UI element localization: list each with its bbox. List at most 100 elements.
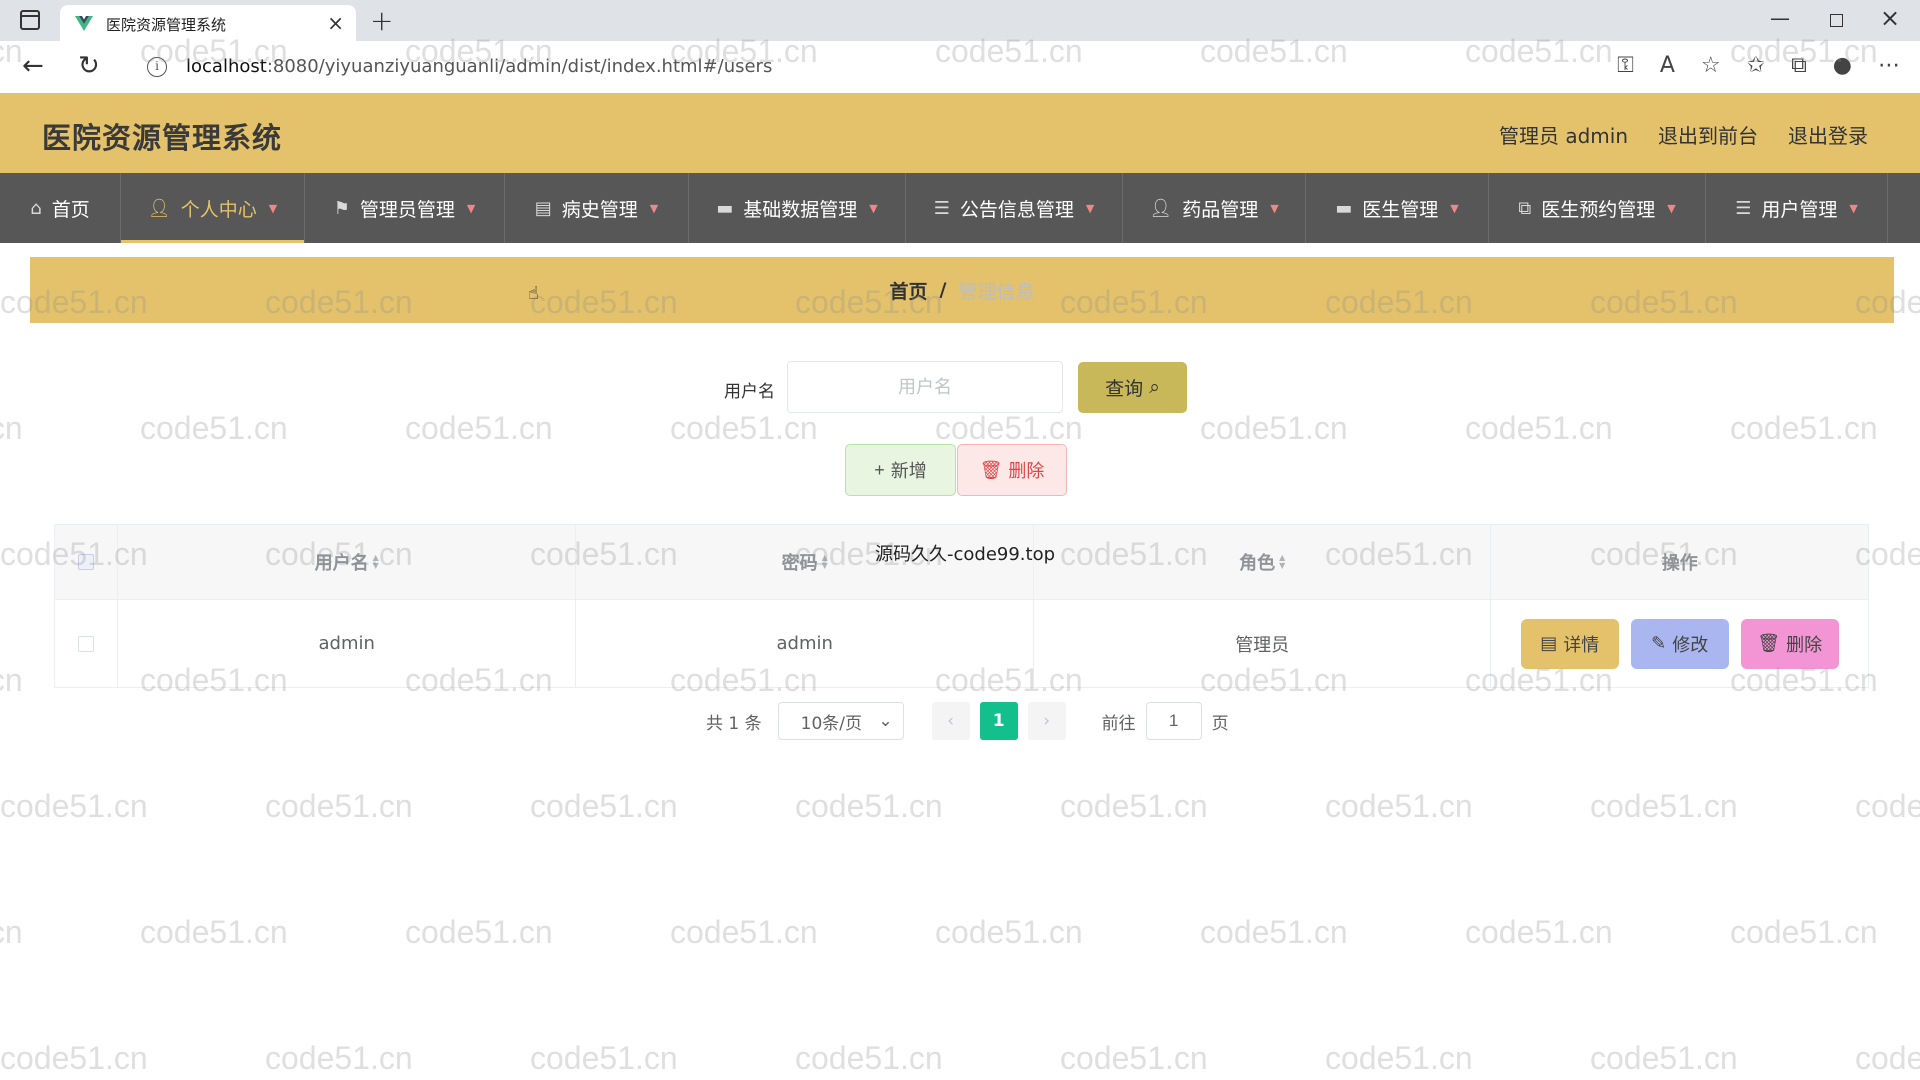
row-checkbox-cell <box>55 600 118 687</box>
cell-operations: ▤ 详情 ✎ 修改 🗑︎ 删除 <box>1491 600 1868 687</box>
sort-icon[interactable]: ▲ ▼ <box>1279 554 1285 570</box>
chevron-down-icon: ▼ <box>1849 201 1858 215</box>
watermark-text: code51.cn <box>1465 914 1613 950</box>
read-aloud-icon[interactable]: A <box>1660 53 1675 78</box>
favorites-list-icon[interactable]: ✩ <box>1747 53 1765 78</box>
query-button[interactable]: 查询 ⌕ <box>1078 362 1187 413</box>
breadcrumb: 首页 / 管理信息 <box>30 257 1894 323</box>
trash-icon: 🗑︎ <box>1757 633 1781 654</box>
column-header-operations: 操作 <box>1491 525 1868 599</box>
row-checkbox[interactable] <box>77 635 94 652</box>
chevron-right-icon: › <box>1043 711 1051 731</box>
watermark-text: code51.cn <box>1855 788 1920 824</box>
cell-role: 管理员 <box>1034 600 1492 687</box>
app-header: 医院资源管理系统 管理员 admin 退出到前台 退出登录 <box>0 93 1920 173</box>
page-size-select[interactable]: 10条/页 ⌄ <box>777 702 904 740</box>
watermark-text: code51.cn <box>0 788 148 824</box>
site-info-icon[interactable]: i <box>147 57 167 77</box>
clipboard-icon: ▤ <box>534 197 552 219</box>
batch-delete-button[interactable]: 🗑︎ 删除 <box>957 444 1067 496</box>
trash-icon: 🗑︎ <box>979 459 1003 480</box>
nav-item-basic-data[interactable]: ▬ 基础数据管理 ▼ <box>689 173 906 243</box>
watermark-text: code51.cn <box>1855 1040 1920 1076</box>
column-header-role[interactable]: 角色 ▲ ▼ <box>1034 525 1492 599</box>
key-icon[interactable]: ⚿ <box>1617 53 1634 78</box>
list-icon: ☰ <box>1735 197 1752 219</box>
row-delete-button[interactable]: 🗑︎ 删除 <box>1740 618 1839 669</box>
sort-icon[interactable]: ▲ ▼ <box>822 554 828 570</box>
chevron-down-icon: ▼ <box>268 201 278 215</box>
top-nav-menu: ⌂ 首页 👤︎ 个人中心 ▼ ⚑ 管理员管理 ▼ ▤ 病史管理 ▼ ▬ 基础数据… <box>0 173 1920 243</box>
select-all-checkbox[interactable] <box>77 554 94 570</box>
nav-item-label: 基础数据管理 <box>743 198 858 221</box>
browser-tab[interactable]: 医院资源管理系统 × <box>60 5 356 41</box>
reload-icon[interactable]: ↻ <box>78 51 100 81</box>
watermark-text: code51.cn <box>1200 914 1348 950</box>
overlay-watermark-text: 源码久久-code99.top <box>875 544 1056 565</box>
document-icon: ▤ <box>1540 633 1558 654</box>
vue-logo-icon <box>75 16 93 31</box>
watermark-text: code51.cn <box>795 788 943 824</box>
collections-icon[interactable]: ⧉ <box>1791 53 1807 78</box>
column-header-label: 密码 <box>781 553 818 574</box>
user-icon: 👤︎ <box>147 197 171 219</box>
search-username-input[interactable] <box>787 361 1063 413</box>
nav-item-label: 首页 <box>51 198 90 221</box>
url-host: localhost <box>186 56 267 77</box>
nav-item-medical-history[interactable]: ▤ 病史管理 ▼ <box>505 173 689 243</box>
cell-username: admin <box>118 600 577 687</box>
window-close-icon[interactable]: × <box>1880 4 1900 32</box>
new-tab-icon[interactable]: + <box>370 4 393 37</box>
nav-item-personal-center[interactable]: 👤︎ 个人中心 ▼ <box>121 173 305 243</box>
back-icon[interactable]: ← <box>22 51 44 81</box>
goto-page-input[interactable] <box>1145 702 1202 740</box>
maximize-icon[interactable] <box>1830 14 1843 27</box>
more-menu-icon[interactable]: ⋯ <box>1878 53 1900 78</box>
favorite-star-icon[interactable]: ☆ <box>1701 53 1721 78</box>
url-field[interactable]: localhost:8080/yiyuanziyuanguanli/admin/… <box>186 56 772 77</box>
profile-avatar-icon[interactable]: ● <box>1833 53 1852 78</box>
logout-link[interactable]: 退出登录 <box>1788 120 1868 149</box>
sort-icon[interactable]: ▲ ▼ <box>373 554 379 570</box>
column-header-username[interactable]: 用户名 ▲ ▼ <box>118 525 577 599</box>
detail-button[interactable]: ▤ 详情 <box>1520 618 1619 669</box>
prev-page-button[interactable]: ‹ <box>931 702 970 740</box>
column-header-label: 用户名 <box>314 553 369 574</box>
chevron-down-icon: ▼ <box>1667 201 1676 215</box>
user-icon: 👤︎ <box>1149 197 1173 219</box>
chevron-down-icon: ▼ <box>649 201 659 215</box>
nav-item-label: 管理员管理 <box>359 198 455 221</box>
breadcrumb-home[interactable]: 首页 <box>890 277 928 304</box>
chevron-down-icon: ▼ <box>869 201 878 215</box>
page-number-active[interactable]: 1 <box>979 702 1018 740</box>
next-page-button[interactable]: › <box>1027 702 1066 740</box>
watermark-text: code51.cn <box>1590 788 1738 824</box>
tab-title: 医院资源管理系统 <box>106 16 227 34</box>
browser-toolbar-icons: ⚿ A ☆ ✩ ⧉ ● ⋯ <box>1617 53 1900 78</box>
watermark-text: code51.cn <box>1590 1040 1738 1076</box>
nav-item-announcements[interactable]: ☰ 公告信息管理 ▼ <box>906 173 1123 243</box>
exit-to-front-link[interactable]: 退出到前台 <box>1658 120 1758 149</box>
watermark-text: code51.cn <box>405 914 553 950</box>
add-button[interactable]: + 新增 <box>845 444 956 496</box>
watermark-text: code51.cn <box>140 914 288 950</box>
watermark-text: code51.cn <box>530 788 678 824</box>
tab-close-icon[interactable]: × <box>327 11 344 35</box>
nav-item-admin-management[interactable]: ⚑ 管理员管理 ▼ <box>305 173 505 243</box>
watermark-text: code51.cn <box>0 914 23 950</box>
sidebar-toggle-icon[interactable] <box>20 10 40 30</box>
minimize-icon[interactable]: — <box>1770 6 1790 30</box>
chevron-down-icon: ▼ <box>1270 201 1279 215</box>
nav-item-medicine[interactable]: 👤︎ 药品管理 ▼ <box>1123 173 1306 243</box>
detail-button-label: 详情 <box>1563 634 1600 656</box>
nav-item-appointments[interactable]: ⧉ 医生预约管理 ▼ <box>1489 173 1706 243</box>
watermark-text: code51.cn <box>795 1040 943 1076</box>
edit-button[interactable]: ✎ 修改 <box>1630 618 1729 669</box>
nav-item-users[interactable]: ☰ 用户管理 ▼ <box>1706 173 1888 243</box>
chevron-down-icon: ▼ <box>1450 201 1459 215</box>
url-path: :8080/yiyuanziyuanguanli/admin/dist/inde… <box>266 56 773 77</box>
nav-item-doctors[interactable]: ▬ 医生管理 ▼ <box>1306 173 1489 243</box>
nav-item-home[interactable]: ⌂ 首页 <box>0 173 121 243</box>
watermark-text: code51.cn <box>1325 1040 1473 1076</box>
pagination-total: 共 1 条 <box>706 713 762 734</box>
